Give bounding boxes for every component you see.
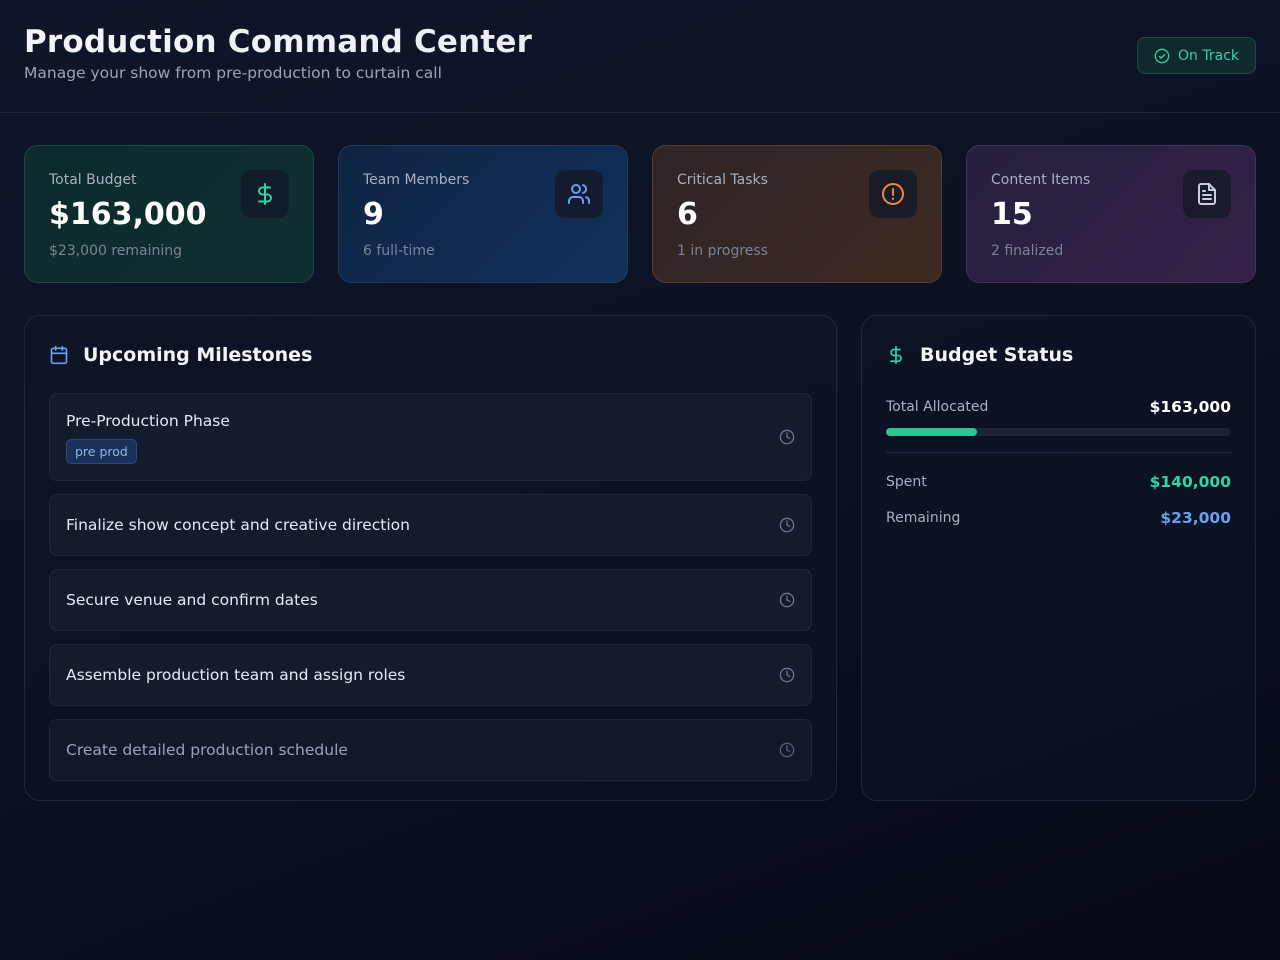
budget-remaining-value: $23,000 [1160,509,1231,527]
milestone-label: Secure venue and confirm dates [66,591,318,609]
divider [886,452,1231,453]
stat-card-critical-tasks[interactable]: Critical Tasks 6 1 in progress [652,145,942,283]
stats-row: Total Budget $163,000 $23,000 remaining … [24,145,1256,283]
stat-sub: $23,000 remaining [49,243,183,259]
status-badge[interactable]: On Track [1137,37,1256,74]
budget-title: Budget Status [920,344,1074,366]
milestone-item[interactable]: Assemble production team and assign role… [49,644,812,706]
milestone-list: Pre-Production Phase pre prod Finalize s… [49,393,812,781]
milestone-label: Pre-Production Phase [66,412,230,430]
budget-spent-row: Spent $140,000 [886,473,1231,491]
clock-icon [779,667,795,683]
milestones-panel: Upcoming Milestones Pre-Production Phase… [24,315,837,801]
clock-icon [779,429,795,445]
calendar-icon [50,345,68,365]
budget-progress-bar [886,428,1231,436]
stat-sub: 6 full-time [363,243,435,259]
stat-card-team-members[interactable]: Team Members 9 6 full-time [338,145,628,283]
page-subtitle: Manage your show from pre-production to … [24,64,442,82]
clock-icon [779,517,795,533]
budget-remaining-label: Remaining [886,510,961,526]
dollar-icon [890,345,902,365]
budget-remaining-row: Remaining $23,000 [886,509,1231,527]
budget-total-row: Total Allocated $163,000 [886,398,1231,416]
budget-spent-value: $140,000 [1149,473,1231,491]
milestone-label: Finalize show concept and creative direc… [66,516,410,534]
milestone-label: Assemble production team and assign role… [66,666,406,684]
alert-circle-icon [869,170,917,218]
milestone-label: Create detailed production schedule [66,741,348,759]
budget-allocated-value: $163,000 [1149,398,1231,416]
stat-card-content-items[interactable]: Content Items 15 2 finalized [966,145,1256,283]
milestones-title: Upcoming Milestones [83,344,313,366]
clock-icon [779,592,795,608]
budget-panel: Budget Status Total Allocated $163,000 S… [861,315,1256,801]
milestone-item[interactable]: Secure venue and confirm dates [49,569,812,631]
phase-tag: pre prod [66,439,137,464]
stat-card-total-budget[interactable]: Total Budget $163,000 $23,000 remaining [24,145,314,283]
stat-sub: 2 finalized [991,243,1064,259]
clock-icon [779,742,795,758]
stat-sub: 1 in progress [677,243,769,259]
budget-spent-label: Spent [886,474,927,490]
status-label: On Track [1178,47,1239,64]
users-icon [555,170,603,218]
page-title: Production Command Center [24,24,1256,60]
budget-allocated-label: Total Allocated [886,399,989,415]
milestone-item[interactable]: Pre-Production Phase pre prod [49,393,812,481]
document-icon [1183,170,1231,218]
check-circle-icon [1154,48,1170,63]
page-header: Production Command Center Manage your sh… [0,0,1280,113]
milestone-item[interactable]: Finalize show concept and creative direc… [49,494,812,556]
dollar-icon [241,170,289,218]
milestone-item[interactable]: Create detailed production schedule [49,719,812,781]
budget-progress-fill [886,428,978,436]
